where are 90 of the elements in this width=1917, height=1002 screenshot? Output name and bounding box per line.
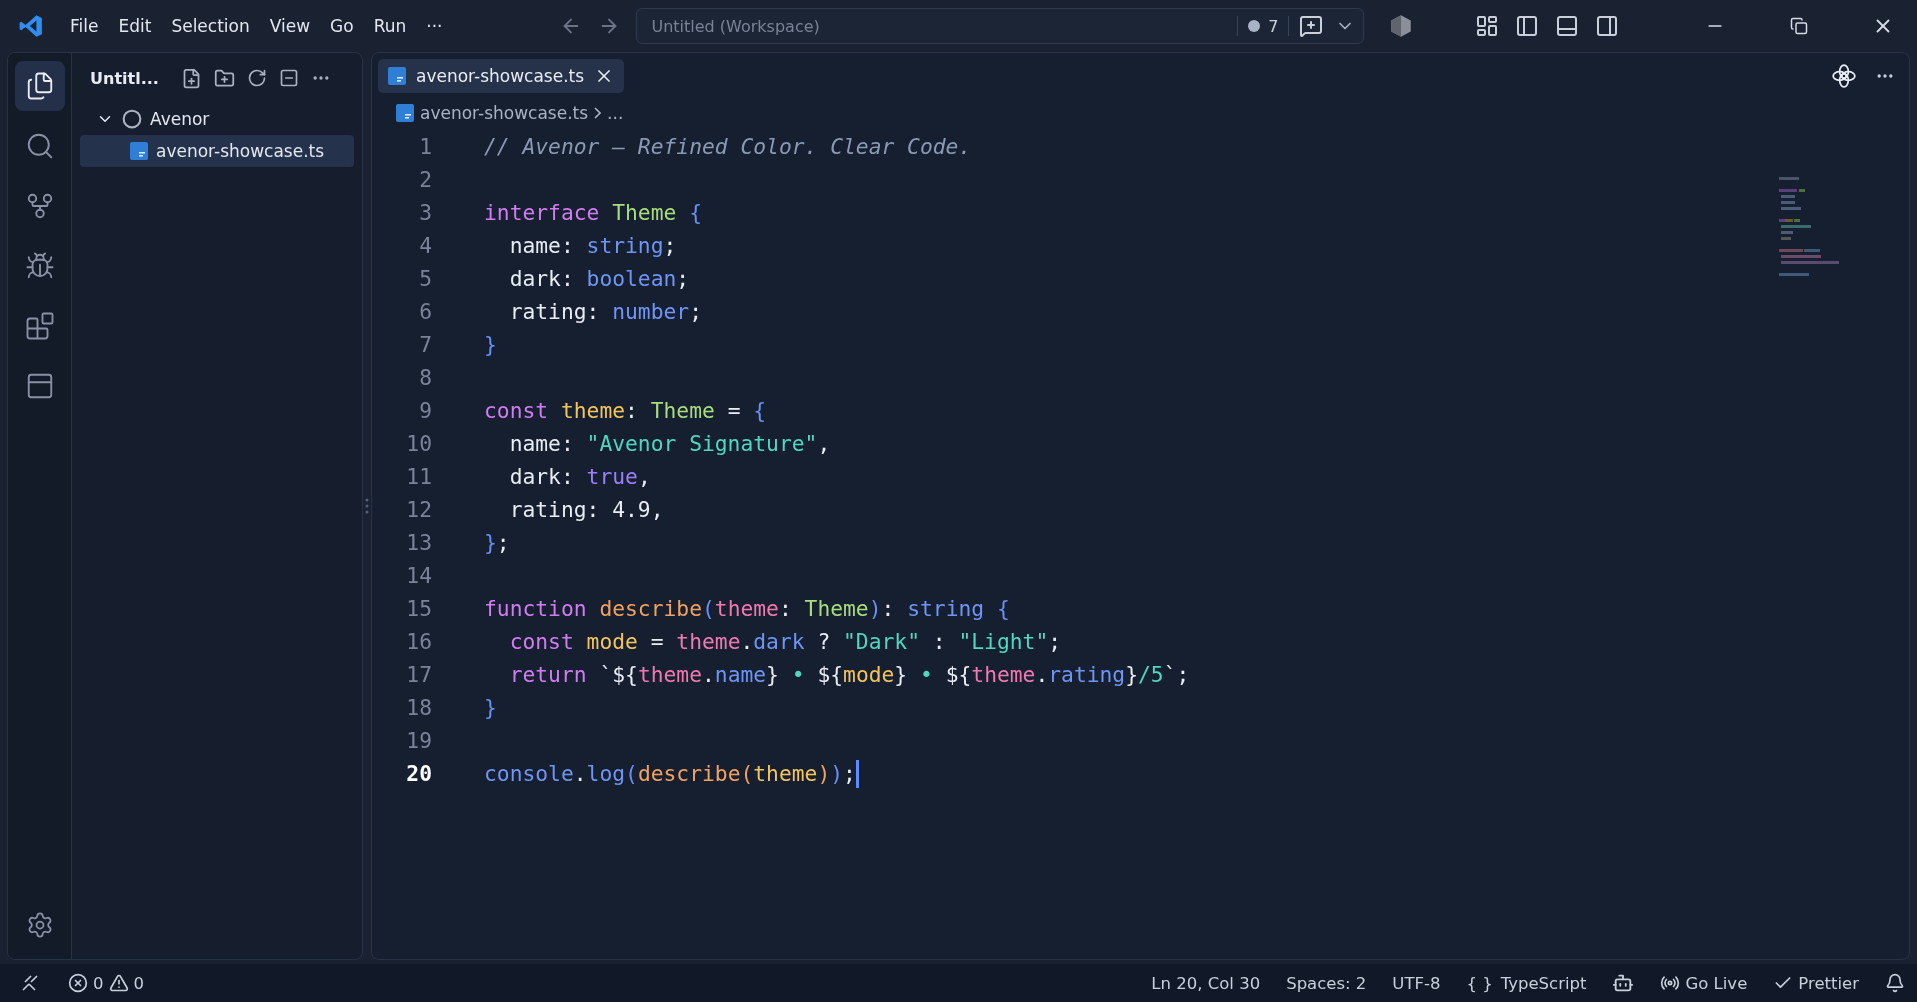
code-line: const mode = theme.dark ? "Dark" : "Light";: [508, 629, 1062, 654]
tree-item[interactable]: avenor-showcase.ts: [80, 135, 354, 167]
folder-circle-icon: [122, 109, 142, 129]
copilot-icon[interactable]: [1612, 972, 1635, 994]
tree-label: Avenor: [150, 109, 210, 129]
app-logo-icon: [18, 13, 44, 39]
line-number: 6: [418, 299, 432, 324]
code-line: dark: boolean;: [508, 266, 690, 291]
remote-icon[interactable]: [20, 973, 40, 993]
code-line: interface Theme {: [484, 200, 702, 225]
code-line: // Avenor — Refined Color. Clear Code.: [484, 134, 972, 159]
code-line: name: string;: [508, 233, 677, 258]
code-line: return `${theme.name} • ${mode} • ${theme.rating}/5`;: [508, 662, 1190, 687]
line-number: 14: [405, 563, 432, 588]
menu-item[interactable]: ···: [418, 12, 451, 40]
code-line: }: [484, 332, 497, 357]
code-line: rating: 4.9,: [508, 497, 664, 522]
language-mode[interactable]: TypeScript: [1500, 973, 1587, 993]
refresh-icon[interactable]: [246, 68, 267, 88]
panel-right-icon[interactable]: [1595, 14, 1619, 38]
line-number: 19: [405, 728, 432, 753]
menu-item[interactable]: Selection: [163, 12, 258, 40]
menu-item[interactable]: Edit: [110, 12, 160, 40]
line-number: 18: [405, 695, 432, 720]
line-number: 7: [418, 332, 432, 357]
line-number: 11: [405, 464, 432, 489]
code-line: rating: number;: [508, 299, 702, 324]
language-braces: { }: [1466, 973, 1493, 993]
command-center-title: Untitled (Workspace): [651, 16, 821, 36]
line-number: 1: [418, 134, 432, 159]
line-number: 17: [405, 662, 432, 687]
chat-icon[interactable]: [1299, 14, 1324, 38]
new-folder-icon[interactable]: [213, 67, 235, 89]
code-line: };: [484, 530, 510, 555]
typescript-file-icon: [388, 67, 406, 85]
sidebar-title: Untitl...: [90, 68, 159, 88]
line-number: 9: [418, 398, 432, 423]
sash-handle-icon[interactable]: [365, 497, 369, 515]
code-line: dark: true,: [508, 464, 651, 489]
menu-item[interactable]: Run: [365, 12, 415, 40]
warning-icon: [108, 973, 129, 993]
chevron-icon: [594, 107, 602, 119]
run-debug-icon: [24, 251, 55, 281]
code-line: console.log(describe(theme));: [484, 761, 856, 786]
menu-item[interactable]: View: [261, 12, 319, 40]
error-icon: [68, 973, 88, 993]
go-live-button[interactable]: Go Live: [1660, 973, 1748, 993]
restore-icon[interactable]: [1790, 17, 1808, 35]
code-line: function describe(theme: Theme): string {: [484, 596, 1010, 621]
cursor-position[interactable]: Ln 20, Col 30: [1151, 973, 1261, 993]
encoding[interactable]: UTF-8: [1392, 973, 1441, 993]
command-center[interactable]: Untitled (Workspace) 7: [636, 8, 1365, 44]
code-line: const theme: Theme = {: [484, 398, 767, 423]
line-number: 13: [405, 530, 432, 555]
typescript-file-icon: [130, 142, 148, 160]
broadcast-icon: [1660, 973, 1681, 993]
line-number: 20: [405, 761, 432, 786]
breadcrumb-item[interactable]: avenor-showcase.ts: [420, 103, 589, 123]
extensions-icon: [24, 311, 55, 341]
line-number: 4: [418, 233, 432, 258]
flower-logo-icon[interactable]: [1831, 63, 1857, 89]
line-number: 3: [418, 200, 432, 225]
line-number: 10: [405, 431, 432, 456]
layout-icon[interactable]: [1475, 14, 1499, 38]
line-number: 16: [405, 629, 432, 654]
badge-count: 7: [1268, 16, 1279, 36]
menu-item[interactable]: File: [62, 12, 107, 40]
line-number: 8: [418, 365, 432, 390]
explorer-button[interactable]: [14, 61, 65, 111]
text-cursor: [855, 759, 859, 788]
line-number: 5: [418, 266, 432, 291]
menu-item[interactable]: Go: [322, 12, 362, 40]
indentation[interactable]: Spaces: 2: [1286, 973, 1367, 993]
panel-left-icon[interactable]: [1515, 14, 1539, 38]
line-number: 12: [405, 497, 432, 522]
dot-icon: [1248, 20, 1261, 32]
problems-indicator[interactable]: 0 0: [68, 973, 144, 993]
collapse-icon[interactable]: [278, 68, 299, 88]
tree-item[interactable]: Avenor: [80, 103, 354, 135]
typescript-file-icon: [396, 104, 414, 122]
tree-label: avenor-showcase.ts: [156, 141, 325, 161]
line-number: 15: [405, 596, 432, 621]
breadcrumb-item[interactable]: ...: [607, 103, 624, 123]
code-line: }: [484, 695, 497, 720]
notifications-icon[interactable]: [1885, 973, 1905, 993]
panel-bottom-icon[interactable]: [1555, 14, 1579, 38]
code-line: name: "Avenor Signature",: [508, 431, 831, 456]
prettier-button[interactable]: Prettier: [1773, 973, 1859, 993]
line-number: 2: [418, 167, 432, 192]
editor-tab[interactable]: avenor-showcase.ts: [378, 59, 625, 93]
